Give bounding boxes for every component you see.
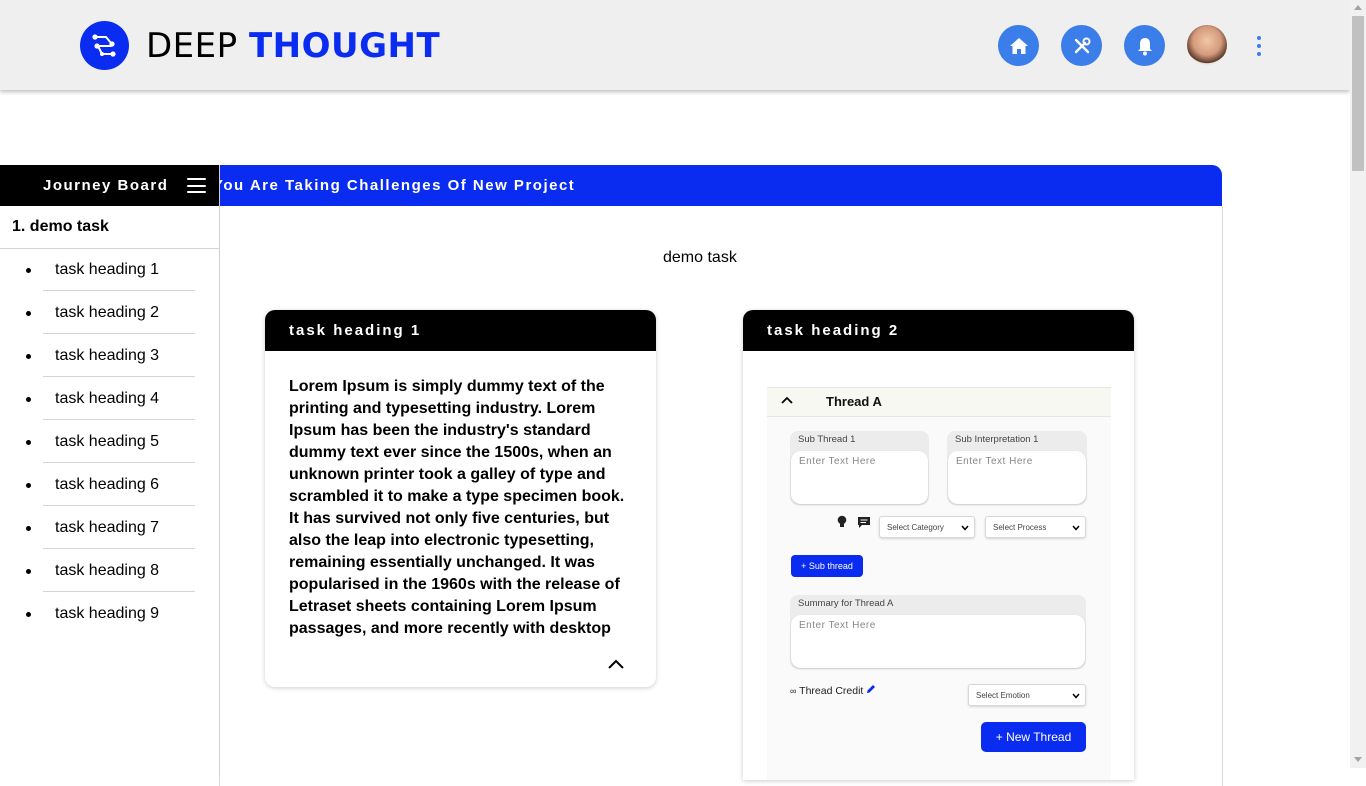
card-heading: task heading 2 bbox=[743, 310, 1134, 351]
task-list: task heading 1 task heading 2 task headi… bbox=[0, 249, 219, 636]
sidebar-item-task-heading-6[interactable]: task heading 6 bbox=[43, 464, 195, 506]
sidebar-header: Journey Board bbox=[0, 165, 219, 206]
home-button[interactable] bbox=[998, 25, 1039, 66]
chevron-up-icon[interactable] bbox=[607, 658, 625, 670]
chevron-down-icon bbox=[1072, 693, 1080, 699]
sidebar-item-task-heading-5[interactable]: task heading 5 bbox=[43, 421, 195, 463]
tools-button[interactable] bbox=[1061, 25, 1102, 66]
thread-header[interactable]: Thread A bbox=[767, 387, 1111, 417]
bullet-icon bbox=[26, 483, 31, 488]
chevron-up-icon[interactable] bbox=[781, 396, 793, 404]
task-card-2: task heading 2 Thread A Sub Thread 1 Ent… bbox=[743, 310, 1134, 780]
more-menu-icon[interactable] bbox=[1255, 36, 1263, 56]
sidebar-item: task heading 5 bbox=[0, 421, 219, 464]
sidebar-item: task heading 7 bbox=[0, 507, 219, 550]
banner-text: You Are Taking Challenges Of New Project bbox=[213, 177, 576, 194]
sidebar-item: task heading 8 bbox=[0, 550, 219, 593]
chevron-down-icon bbox=[1072, 525, 1080, 531]
tools-icon bbox=[1074, 37, 1090, 53]
top-bar: DEEP THOUGHT bbox=[0, 0, 1350, 90]
sub-interpretation-box: Sub Interpretation 1 Enter Text Here bbox=[947, 431, 1087, 505]
thread-panel: Thread A Sub Thread 1 Enter Text Here Su… bbox=[767, 387, 1111, 780]
sub-interpretation-input[interactable]: Enter Text Here bbox=[948, 451, 1086, 504]
chevron-down-icon bbox=[961, 525, 969, 531]
edit-icon[interactable] bbox=[866, 684, 876, 694]
link-icon: ∞ bbox=[790, 686, 797, 696]
sidebar-item-task-heading-7[interactable]: task heading 7 bbox=[43, 507, 195, 549]
scroll-up-icon[interactable] bbox=[1354, 5, 1362, 10]
thread-credit-label: Thread Credit bbox=[799, 685, 864, 697]
bullet-icon bbox=[26, 354, 31, 359]
sidebar-item-task-heading-1[interactable]: task heading 1 bbox=[43, 249, 195, 291]
brand-title: DEEP THOUGHT bbox=[146, 26, 441, 66]
sidebar-item-task-heading-4[interactable]: task heading 4 bbox=[43, 378, 195, 420]
task-card-1: task heading 1 Lorem Ipsum is simply dum… bbox=[265, 310, 656, 687]
thread-credit: ∞ Thread Credit bbox=[790, 684, 876, 697]
sidebar-item: task heading 4 bbox=[0, 378, 219, 421]
add-sub-thread-button[interactable]: + Sub thread bbox=[791, 555, 863, 577]
sidebar-item: task heading 6 bbox=[0, 464, 219, 507]
card-heading: task heading 1 bbox=[265, 310, 656, 351]
card-body-text: Lorem Ipsum is simply dummy text of the … bbox=[289, 378, 625, 637]
scrollbar[interactable] bbox=[1350, 0, 1366, 768]
project-banner: You Are Taking Challenges Of New Project bbox=[200, 165, 1222, 206]
summary-label: Summary for Thread A bbox=[798, 598, 894, 609]
bullet-icon bbox=[26, 311, 31, 316]
sub-thread-input[interactable]: Enter Text Here bbox=[791, 451, 928, 504]
new-thread-button[interactable]: + New Thread bbox=[981, 722, 1086, 752]
select-emotion[interactable]: Select Emotion bbox=[968, 684, 1086, 706]
thread-title: Thread A bbox=[826, 394, 882, 409]
sidebar-item: task heading 9 bbox=[0, 593, 219, 636]
sidebar-item-task-heading-3[interactable]: task heading 3 bbox=[43, 335, 195, 377]
sidebar-item: task heading 2 bbox=[0, 292, 219, 335]
sub-interpretation-label: Sub Interpretation 1 bbox=[955, 434, 1039, 445]
sidebar-item: task heading 3 bbox=[0, 335, 219, 378]
sub-thread-box: Sub Thread 1 Enter Text Here bbox=[790, 431, 929, 505]
sidebar-item-task-heading-9[interactable]: task heading 9 bbox=[43, 593, 195, 635]
bullet-icon bbox=[26, 526, 31, 531]
sidebar-item-task-heading-8[interactable]: task heading 8 bbox=[43, 550, 195, 592]
sidebar-title: Journey Board bbox=[43, 177, 169, 194]
sidebar-item-task-heading-2[interactable]: task heading 2 bbox=[43, 292, 195, 334]
scroll-down-icon[interactable] bbox=[1354, 757, 1362, 762]
home-icon bbox=[1009, 37, 1028, 54]
sub-thread-label: Sub Thread 1 bbox=[798, 434, 856, 445]
avatar[interactable] bbox=[1187, 25, 1227, 65]
hamburger-menu-icon[interactable] bbox=[187, 178, 206, 193]
bullet-icon bbox=[26, 612, 31, 617]
notifications-button[interactable] bbox=[1124, 25, 1165, 66]
sidebar-item: task heading 1 bbox=[0, 249, 219, 292]
comment-icon[interactable] bbox=[857, 516, 871, 529]
scroll-thumb[interactable] bbox=[1352, 16, 1364, 171]
bullet-icon bbox=[26, 440, 31, 445]
bullet-icon bbox=[26, 397, 31, 402]
logo-icon[interactable] bbox=[80, 21, 129, 70]
bullet-icon bbox=[26, 569, 31, 574]
summary-box: Summary for Thread A Enter Text Here bbox=[790, 595, 1086, 669]
select-process[interactable]: Select Process bbox=[985, 516, 1086, 538]
bell-icon bbox=[1137, 37, 1152, 55]
lightbulb-icon[interactable] bbox=[837, 515, 847, 529]
summary-input[interactable]: Enter Text Here bbox=[791, 615, 1085, 668]
select-category[interactable]: Select Category bbox=[879, 516, 975, 538]
journey-sidebar: Journey Board 1. demo task task heading … bbox=[0, 165, 220, 775]
bullet-icon bbox=[26, 268, 31, 273]
sidebar-task-title[interactable]: 1. demo task bbox=[0, 206, 219, 249]
page-title: demo task bbox=[663, 249, 737, 266]
